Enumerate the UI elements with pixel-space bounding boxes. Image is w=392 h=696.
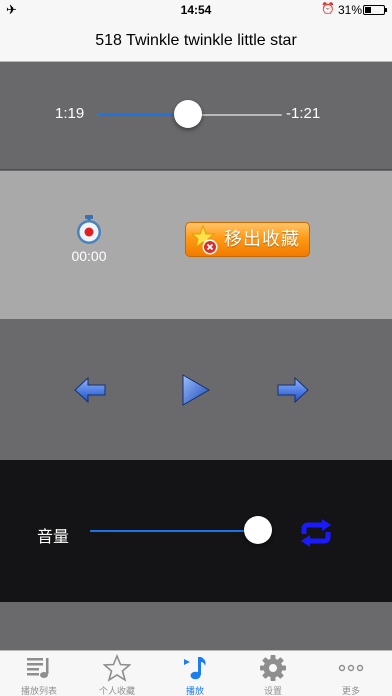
status-bar: ✈ 14:54 ⏰ 31%: [0, 0, 392, 20]
progress-section: 1:19 -1:21: [0, 62, 392, 170]
volume-slider-thumb[interactable]: [244, 516, 272, 544]
gear-icon: [260, 655, 286, 681]
tab-favorites-label: 个人收藏: [98, 687, 135, 696]
volume-label: 音量: [37, 527, 70, 546]
volume-slider[interactable]: [90, 530, 258, 532]
playback-controls: [0, 319, 392, 460]
previous-button[interactable]: [74, 376, 106, 409]
tab-play[interactable]: 播放: [156, 651, 234, 696]
arrow-left-icon: [74, 376, 106, 404]
timer-value: 00:00: [71, 248, 107, 264]
remaining-time: -1:21: [286, 105, 321, 122]
alarm-icon: ⏰: [321, 3, 335, 15]
remove-favorite-label: 移出收藏: [224, 229, 300, 250]
tab-more-label: 更多: [341, 687, 360, 696]
playlist-icon: [27, 658, 49, 678]
tab-playlist[interactable]: 播放列表: [0, 651, 78, 696]
tab-settings[interactable]: 设置: [234, 651, 312, 696]
volume-slider-fill: [90, 530, 258, 532]
star-icon: [103, 654, 131, 682]
tab-settings-label: 设置: [263, 687, 282, 696]
play-button[interactable]: [181, 374, 211, 411]
battery-percent: 31%: [338, 3, 363, 17]
repeat-icon[interactable]: [298, 518, 334, 548]
progress-slider-thumb[interactable]: [173, 100, 202, 128]
song-title: 518 Twinkle twinkle little star: [0, 20, 392, 62]
next-button[interactable]: [277, 376, 309, 409]
more-icon: [338, 664, 364, 672]
battery-icon: [363, 5, 387, 15]
tab-favorites[interactable]: 个人收藏: [78, 651, 156, 696]
remove-favorite-button[interactable]: 移出收藏: [185, 222, 310, 257]
tab-more[interactable]: 更多: [312, 651, 390, 696]
empty-area: [0, 602, 392, 650]
play-icon: [182, 374, 211, 406]
arrow-right-icon: [277, 376, 309, 404]
actions-section: 00:00 移出收藏: [0, 171, 392, 319]
music-note-icon: [184, 657, 206, 680]
tab-bar: 播放列表 个人收藏 播放 设置 更多: [0, 650, 392, 696]
tab-play-label: 播放: [185, 687, 204, 696]
star-remove-icon: [190, 224, 218, 255]
volume-section: 音量: [0, 460, 392, 602]
tab-playlist-label: 播放列表: [20, 687, 57, 696]
elapsed-time: 1:19: [55, 105, 85, 122]
stopwatch-icon[interactable]: [76, 215, 102, 245]
